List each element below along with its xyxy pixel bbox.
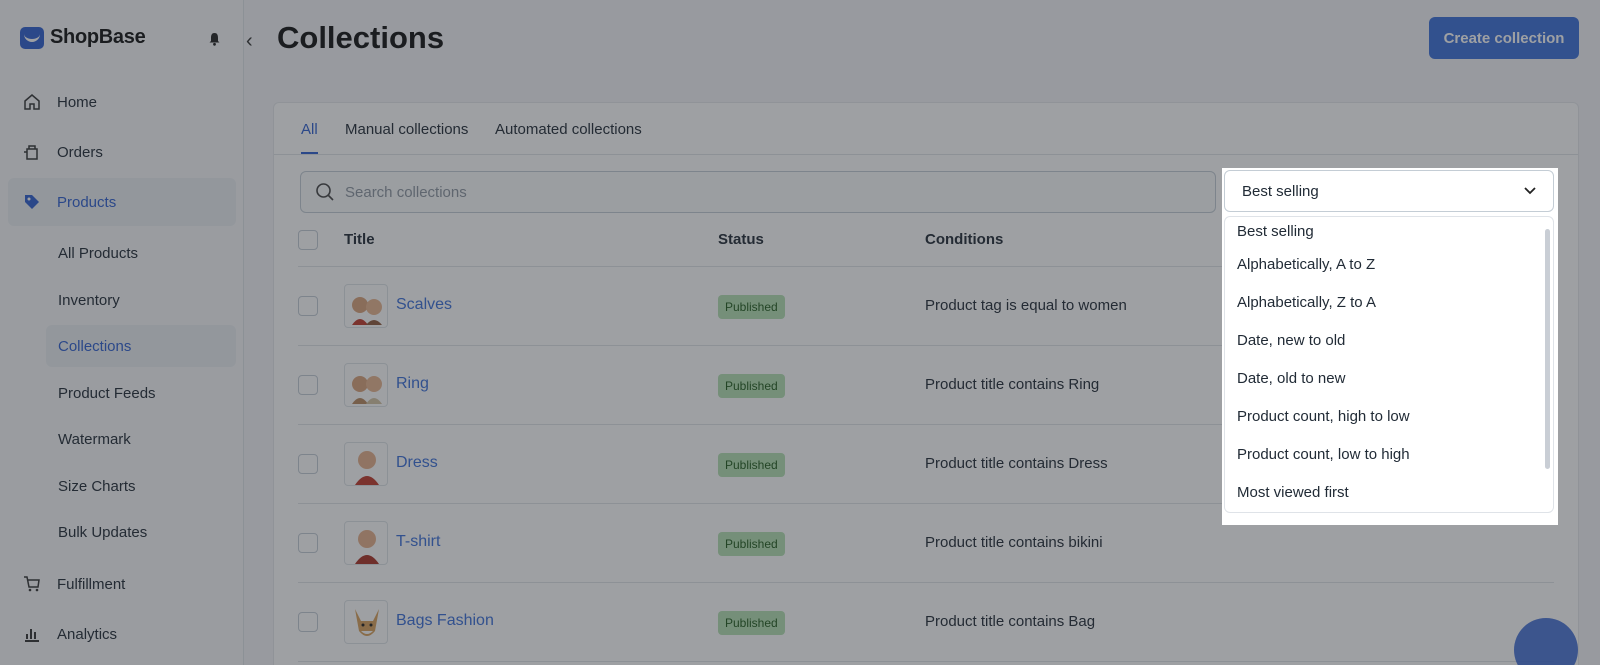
sort-dropdown: Best selling Best selling Alphabetically… bbox=[1222, 168, 1558, 525]
sort-option[interactable]: Date, new to old bbox=[1225, 321, 1553, 359]
sort-option[interactable]: Product count, low to high bbox=[1225, 435, 1553, 473]
sort-option[interactable]: Alphabetically, Z to A bbox=[1225, 283, 1553, 321]
sort-option[interactable]: Best selling bbox=[1225, 217, 1553, 245]
sort-selected-value: Best selling bbox=[1242, 182, 1319, 200]
sort-select[interactable]: Best selling bbox=[1224, 170, 1554, 212]
sort-options-menu: Best selling Alphabetically, A to Z Alph… bbox=[1224, 216, 1554, 513]
menu-scrollbar[interactable] bbox=[1545, 229, 1550, 469]
sort-option[interactable]: Most viewed first bbox=[1225, 473, 1553, 511]
sort-option[interactable]: Date, old to new bbox=[1225, 359, 1553, 397]
sort-option[interactable]: Product count, high to low bbox=[1225, 397, 1553, 435]
sort-option[interactable]: Alphabetically, A to Z bbox=[1225, 245, 1553, 283]
chevron-down-icon bbox=[1524, 187, 1536, 195]
